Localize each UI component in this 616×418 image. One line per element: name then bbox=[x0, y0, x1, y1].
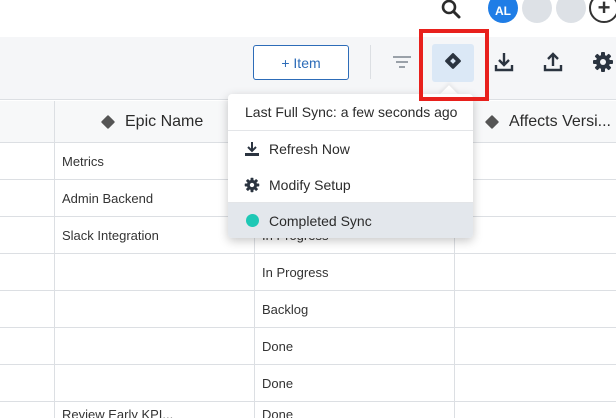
jira-field-icon bbox=[484, 114, 500, 130]
column-divider bbox=[54, 101, 55, 143]
gear-icon bbox=[244, 177, 260, 193]
table-row[interactable]: Done bbox=[0, 328, 616, 365]
upload-icon[interactable] bbox=[541, 50, 565, 74]
toolbar-divider bbox=[370, 45, 371, 79]
column-header-affects-version[interactable]: Affects Versi... bbox=[484, 101, 611, 143]
epic-name-cell[interactable]: Slack Integration bbox=[62, 217, 159, 254]
table-row[interactable]: Review Early KPI... Done bbox=[0, 402, 616, 418]
download-icon[interactable] bbox=[492, 50, 516, 74]
add-user-button[interactable]: + bbox=[589, 0, 616, 23]
table-row[interactable]: Done bbox=[0, 365, 616, 402]
epic-name-cell[interactable]: Metrics bbox=[62, 143, 104, 180]
column-header-epic-name[interactable]: Epic Name bbox=[100, 101, 204, 143]
epic-name-cell[interactable]: Review Early KPI... bbox=[62, 407, 173, 418]
modify-setup-label: Modify Setup bbox=[269, 176, 351, 193]
epic-name-cell[interactable]: Admin Backend bbox=[62, 180, 153, 217]
status-dot-icon bbox=[244, 213, 260, 229]
status-cell[interactable]: Done bbox=[262, 407, 293, 418]
sync-menu: Last Full Sync: a few seconds ago Refres… bbox=[228, 94, 473, 238]
completed-sync-label: Completed Sync bbox=[269, 212, 372, 229]
jira-sync-icon bbox=[443, 51, 463, 76]
status-cell[interactable]: In Progress bbox=[262, 254, 328, 291]
column-divider bbox=[54, 143, 55, 418]
column-header-label: Epic Name bbox=[125, 113, 204, 130]
filter-icon[interactable] bbox=[390, 50, 414, 74]
status-cell[interactable]: Done bbox=[262, 328, 293, 365]
toolbar: + Item bbox=[0, 37, 616, 100]
last-sync-status: Last Full Sync: a few seconds ago bbox=[228, 94, 473, 131]
top-bar: AL + bbox=[0, 0, 616, 37]
avatar-placeholder[interactable] bbox=[556, 0, 586, 23]
table-row[interactable]: Backlog bbox=[0, 291, 616, 328]
modify-setup-item[interactable]: Modify Setup bbox=[228, 167, 473, 203]
avatar[interactable]: AL bbox=[488, 0, 518, 23]
completed-sync-item[interactable]: Completed Sync bbox=[228, 203, 473, 238]
status-cell[interactable]: Backlog bbox=[262, 291, 308, 328]
refresh-now-label: Refresh Now bbox=[269, 141, 350, 157]
avatar-initials: AL bbox=[495, 4, 511, 18]
jira-field-icon bbox=[100, 114, 116, 130]
column-header-label: Affects Versi... bbox=[509, 113, 611, 130]
status-cell[interactable]: Done bbox=[262, 365, 293, 402]
status-dot bbox=[245, 214, 259, 227]
avatar-placeholder[interactable] bbox=[522, 0, 552, 23]
table-row[interactable]: In Progress bbox=[0, 254, 616, 291]
search-icon[interactable] bbox=[440, 0, 462, 22]
jira-sync-button[interactable] bbox=[432, 44, 474, 82]
refresh-now-item[interactable]: Refresh Now bbox=[228, 131, 473, 167]
refresh-icon bbox=[244, 141, 260, 157]
gear-icon[interactable] bbox=[591, 50, 615, 74]
add-item-button[interactable]: + Item bbox=[253, 45, 349, 80]
